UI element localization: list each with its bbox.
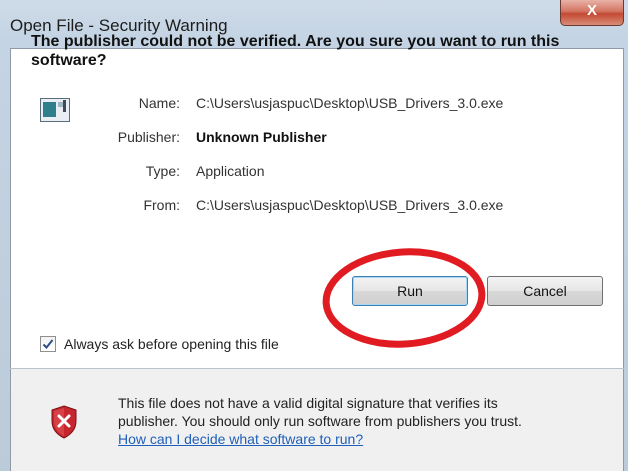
always-ask-checkbox[interactable] [40,336,56,352]
security-shield-x-icon [51,405,77,439]
name-label: Name: [138,95,180,111]
from-value: C:\Users\usjaspuc\Desktop\USB_Drivers_3.… [196,197,504,213]
close-icon: X [586,2,597,19]
help-link[interactable]: How can I decide what software to run? [118,430,598,448]
publisher-value: Unknown Publisher [196,129,327,145]
publisher-label: Publisher: [117,129,180,145]
footer-text-line-1: This file does not have a valid digital … [118,395,498,411]
from-label: From: [143,197,180,213]
name-value: C:\Users\usjaspuc\Desktop\USB_Drivers_3.… [196,95,504,111]
application-icon [40,98,70,122]
type-label: Type: [145,163,180,179]
warning-heading: The publisher could not be verified. Are… [31,33,560,69]
footer-text-line-2: publisher. You should only run software … [118,413,522,429]
window-frame: Open File - Security Warning X The publi… [0,0,628,471]
always-ask-label[interactable]: Always ask before opening this file [64,336,279,352]
close-button[interactable]: X [560,0,624,26]
annotation-circle [322,248,486,348]
footer-message: This file does not have a valid digital … [118,394,598,448]
type-value: Application [196,163,265,179]
cancel-button[interactable]: Cancel [487,276,603,306]
checkmark-icon [42,339,54,349]
